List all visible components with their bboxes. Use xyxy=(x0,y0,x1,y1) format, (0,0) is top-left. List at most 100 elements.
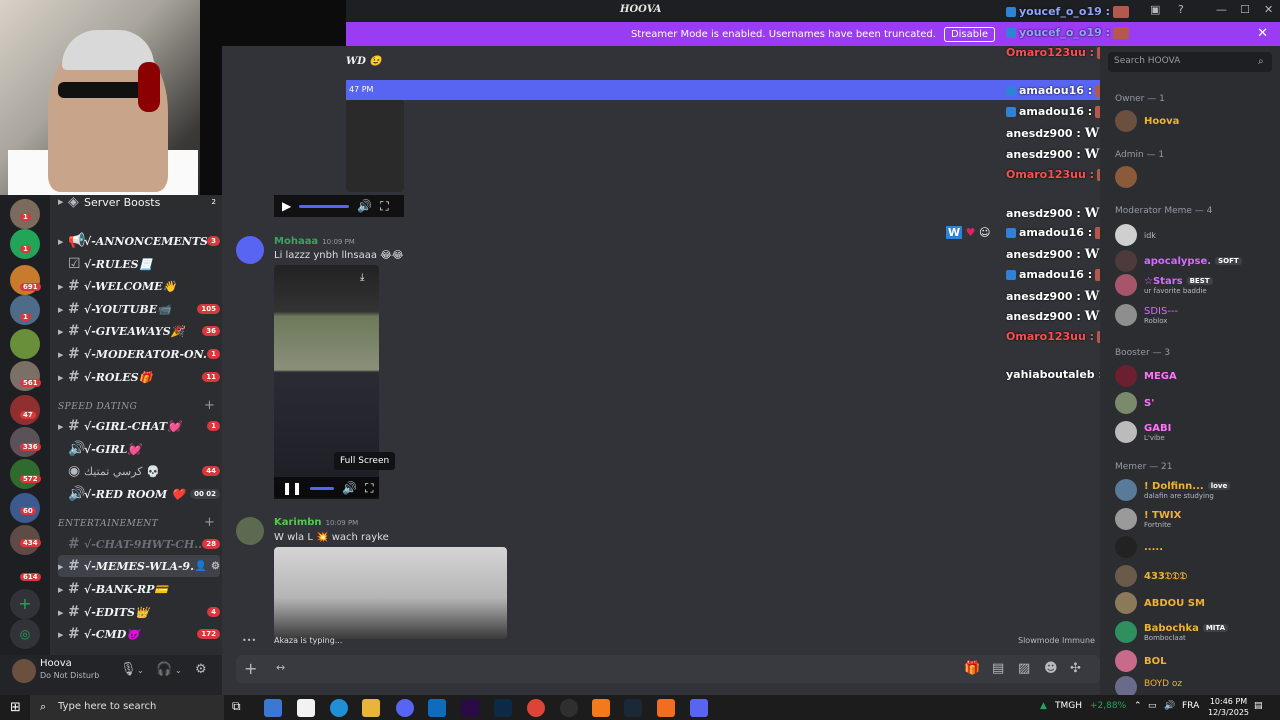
category-entertainement[interactable]: ENTERTAINEMENT xyxy=(58,519,158,529)
channel-girl-chat[interactable]: ▶ # √-GIRL-CHAT💓 1 xyxy=(58,415,220,437)
member-item[interactable]: GABI L'vibe xyxy=(1115,421,1275,445)
invite-icon[interactable]: 👤 xyxy=(195,561,207,572)
play-icon[interactable]: ▶ xyxy=(282,199,291,213)
gear-icon[interactable]: ⚙ xyxy=(211,561,220,572)
ticker-name[interactable]: TMGH xyxy=(1055,701,1082,711)
heart-reaction-icon[interactable]: ♥ xyxy=(966,226,976,239)
channel-announcements[interactable]: ▶ 📢 √-ANNONCEMENTS... 3 xyxy=(58,230,220,252)
settings-icon[interactable]: ⚙ xyxy=(195,662,207,677)
channel-edits[interactable]: ▶ # √-EDITS👑 4 xyxy=(58,601,220,623)
channel-moderator[interactable]: ▶ # √-MODERATOR-ON... 1 xyxy=(58,343,220,365)
apps-grid-icon[interactable]: ✣ xyxy=(1070,661,1081,676)
gif-icon[interactable]: ▤ xyxy=(992,661,1004,676)
volume-slider[interactable] xyxy=(310,486,335,490)
edge-icon[interactable] xyxy=(330,699,348,717)
member-item[interactable]: SDIS--- Roblox xyxy=(1115,304,1275,328)
member-item[interactable]: ☆Stars BEST ur favorite baddie xyxy=(1115,274,1275,298)
outlook-icon[interactable] xyxy=(428,699,446,717)
member-item[interactable]: S' xyxy=(1115,392,1275,416)
discord-icon[interactable] xyxy=(396,699,414,717)
obs-icon[interactable] xyxy=(560,699,578,717)
w-reaction-icon[interactable]: W xyxy=(946,226,963,239)
avatar[interactable] xyxy=(236,236,264,264)
fullscreen-icon[interactable]: ⛶ xyxy=(365,481,373,496)
notifications-icon[interactable]: ▤ xyxy=(1254,701,1263,711)
emoji-icon[interactable]: ☻ xyxy=(1044,661,1058,676)
add-channel-icon[interactable]: + xyxy=(204,515,215,530)
language-indicator[interactable]: FRA xyxy=(1182,701,1199,711)
fl-studio-icon[interactable] xyxy=(592,699,610,717)
avatar[interactable] xyxy=(12,659,36,683)
new-messages-bar[interactable]: 47 PM xyxy=(346,80,1100,100)
network-icon[interactable]: ▭ xyxy=(1148,701,1157,711)
server-icon[interactable] xyxy=(10,459,40,489)
chrome-icon[interactable] xyxy=(527,699,545,717)
avatar[interactable] xyxy=(236,517,264,545)
channel-girl-voice[interactable]: 🔊 √-GIRL💓 xyxy=(58,438,220,460)
premiere-icon[interactable] xyxy=(461,699,479,717)
taskbar-search-input[interactable]: Type here to search xyxy=(30,695,224,720)
member-item[interactable]: 433𝔇𝔇𝔇 xyxy=(1115,565,1275,589)
member-item[interactable]: BOYD oz xyxy=(1115,676,1275,695)
task-view-icon[interactable]: ⧉ xyxy=(232,699,250,717)
apps-icon[interactable]: ↔ xyxy=(276,661,285,674)
member-item[interactable]: ABDOU SM xyxy=(1115,592,1275,616)
chevron-up-icon[interactable]: ⌃ xyxy=(1134,701,1142,711)
fullscreen-icon[interactable]: ⛶ xyxy=(380,199,388,214)
photoshop-icon[interactable] xyxy=(494,699,512,717)
channel-chat[interactable]: # √-CHAT-9HWT-CH... 28 xyxy=(58,533,220,555)
search-input[interactable]: Search HOOVA xyxy=(1108,52,1272,72)
store-icon[interactable] xyxy=(264,699,282,717)
chevron-down-icon[interactable]: ⌄ xyxy=(175,666,182,675)
member-item[interactable]: ! TWIX Fortnite xyxy=(1115,508,1275,532)
member-item[interactable]: ! Dolfinn... love dalafin are studying xyxy=(1115,479,1275,503)
windows-start-icon[interactable]: ⊞ xyxy=(10,700,21,715)
channel-kursi[interactable]: ◉ كرسي تمتيك 💀 44 xyxy=(58,460,220,482)
help-icon[interactable]: ? xyxy=(1178,3,1184,16)
member-item[interactable]: Hoova xyxy=(1115,110,1275,134)
server-icon[interactable] xyxy=(10,229,40,259)
message-composer[interactable]: + ↔ 🎁 ▤ ▨ ☻ ✣ xyxy=(236,655,1100,683)
channel-youtube[interactable]: ▶ # √-YOUTUBE📹 105 xyxy=(58,298,220,320)
channel-giveaways[interactable]: ▶ # √-GIVEAWAYS🎉 36 xyxy=(58,320,220,342)
add-channel-icon[interactable]: + xyxy=(204,398,215,413)
member-item[interactable]: idk xyxy=(1115,224,1275,248)
laugh-reaction-icon[interactable]: ☺ xyxy=(979,226,990,239)
explore-icon[interactable]: ◎ xyxy=(10,619,40,649)
app-icon[interactable] xyxy=(657,699,675,717)
microphone-icon[interactable]: 🎙 xyxy=(120,662,137,677)
member-item[interactable] xyxy=(1115,166,1275,190)
channel-rules[interactable]: ☑ √-RULES📃 xyxy=(58,253,220,275)
channel-bank-rp[interactable]: ▶ # √-BANK-RP💳 xyxy=(58,578,220,600)
add-attachment-icon[interactable]: + xyxy=(244,659,257,678)
close-window-button[interactable]: ✕ xyxy=(1264,3,1273,16)
image-embed[interactable] xyxy=(274,547,507,639)
maximize-button[interactable]: ☐ xyxy=(1240,3,1250,16)
add-server-icon[interactable]: + xyxy=(10,589,40,619)
steam-icon[interactable] xyxy=(624,699,642,717)
member-item[interactable]: ..... xyxy=(1115,536,1275,560)
server-icon[interactable] xyxy=(10,329,40,359)
download-icon[interactable]: ⤓ xyxy=(360,272,364,283)
twitch-icon[interactable] xyxy=(690,699,708,717)
close-icon[interactable]: ✕ xyxy=(1257,26,1268,41)
headphones-icon[interactable]: 🎧 xyxy=(156,662,172,677)
sticker-icon[interactable]: ▨ xyxy=(1018,661,1030,676)
member-item[interactable]: apocalypse. SOFT xyxy=(1115,250,1275,274)
volume-icon[interactable]: 🔊 xyxy=(357,199,372,213)
notepad-icon[interactable] xyxy=(297,699,315,717)
channel-memes[interactable]: ▶ # √-MEMES-WLA-9... 👤 ⚙ xyxy=(58,555,220,577)
inbox-icon[interactable]: ▣ xyxy=(1150,3,1160,16)
member-item[interactable]: BOL xyxy=(1115,650,1275,674)
member-item[interactable]: Babochka MITA Bomboclaat xyxy=(1115,621,1275,645)
video-embed-partial[interactable] xyxy=(346,100,404,192)
clock[interactable]: 10:46 PM 12/3/2025 xyxy=(1208,696,1249,718)
channel-roles[interactable]: ▶ # √-ROLES🎁 11 xyxy=(58,366,220,388)
member-item[interactable]: MEGA xyxy=(1115,365,1275,389)
server-icon[interactable] xyxy=(10,395,40,425)
reaction-bar[interactable]: W ♥ ☺ xyxy=(946,226,990,239)
message-author[interactable]: Mohaaa 10:09 PM xyxy=(274,236,355,247)
file-explorer-icon[interactable] xyxy=(362,699,380,717)
volume-slider[interactable] xyxy=(299,204,350,208)
volume-icon[interactable]: 🔊 xyxy=(342,481,357,495)
